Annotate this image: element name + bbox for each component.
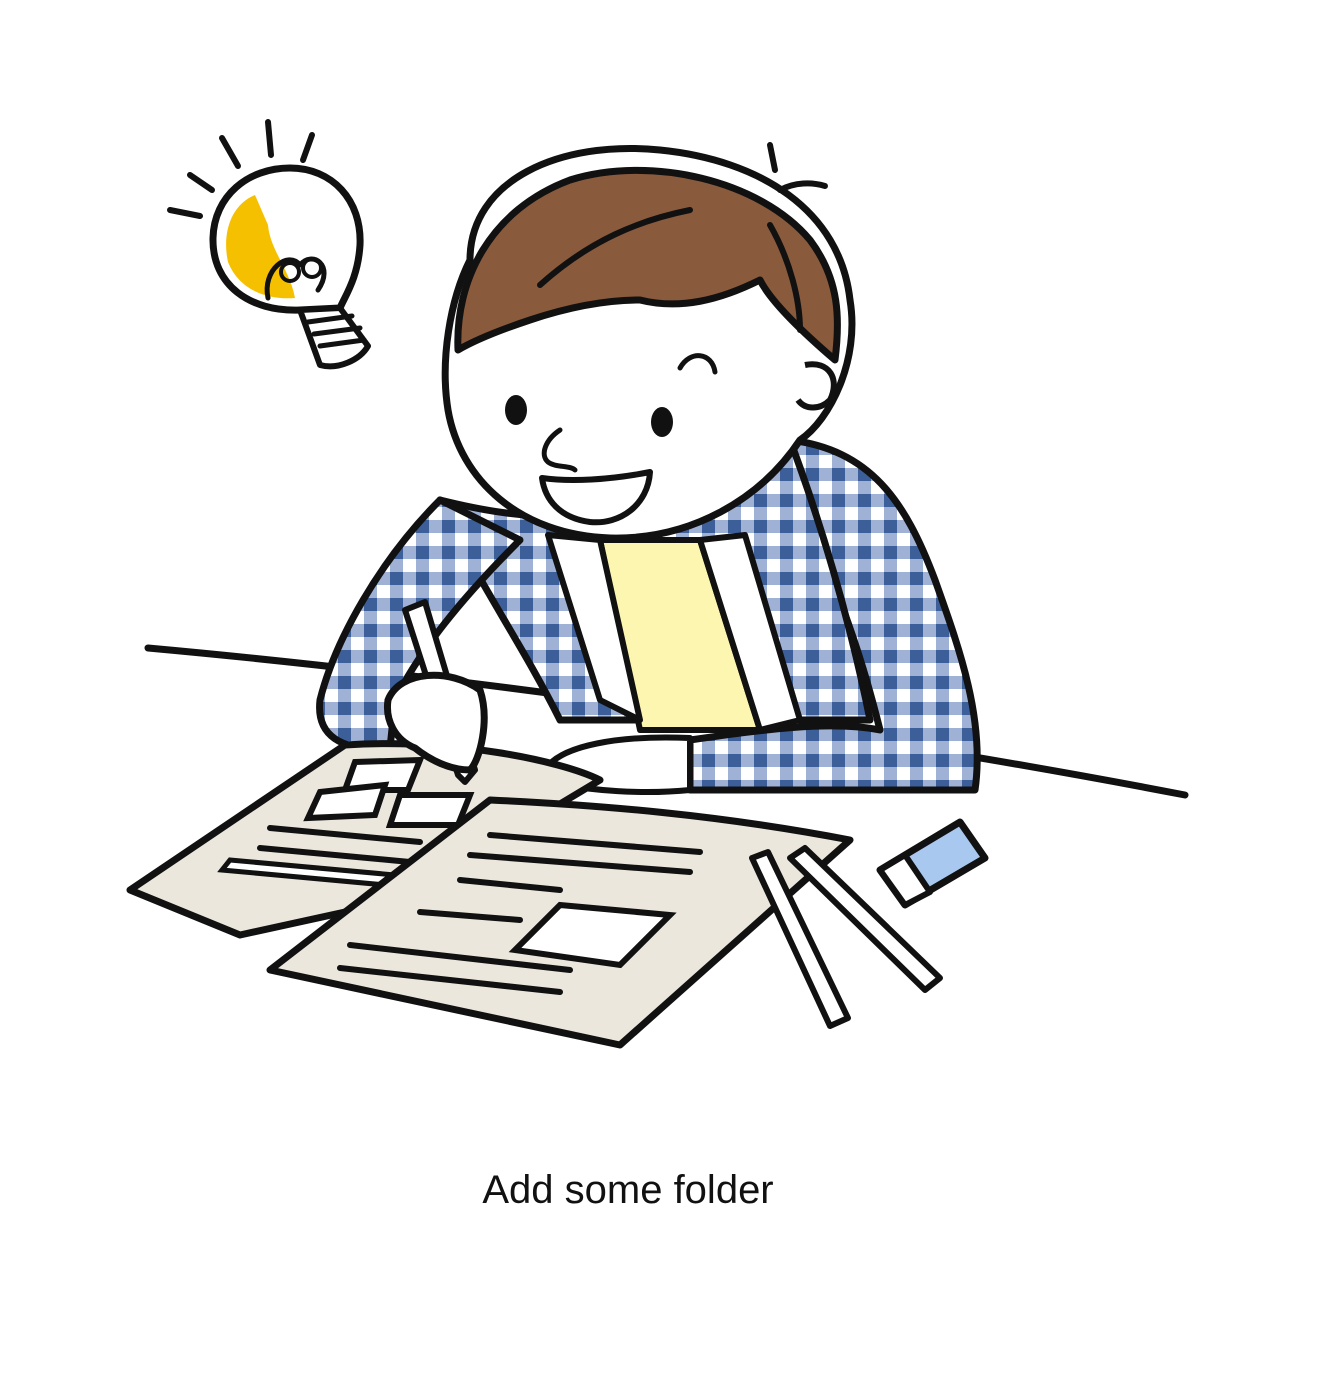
eraser <box>876 818 989 909</box>
empty-state: Add some folder <box>0 0 1332 1380</box>
empty-state-message: Add some folder <box>482 1168 774 1212</box>
student-studying-illustration <box>126 119 1189 1049</box>
lightbulb-icon <box>167 119 371 370</box>
